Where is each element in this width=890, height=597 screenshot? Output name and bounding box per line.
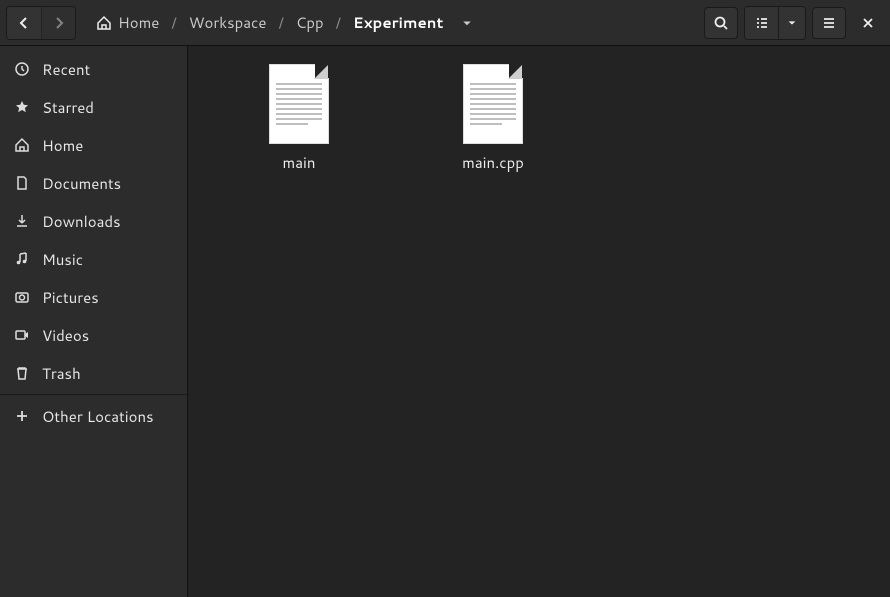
sidebar-item-label: Trash xyxy=(42,363,81,384)
download-icon xyxy=(14,213,30,229)
clock-icon xyxy=(14,61,30,77)
breadcrumb-cpp[interactable]: Cpp xyxy=(294,8,326,37)
search-icon xyxy=(713,15,729,31)
sidebar-item-other-locations[interactable]: Other Locations xyxy=(0,397,187,435)
back-button[interactable] xyxy=(7,7,41,39)
music-icon xyxy=(14,251,30,267)
hamburger-menu-button[interactable] xyxy=(812,7,846,39)
nav-buttons xyxy=(6,6,76,40)
search-button[interactable] xyxy=(704,7,738,39)
sidebar-item-label: Downloads xyxy=(42,211,121,232)
text-file-icon xyxy=(463,64,523,144)
file-item[interactable]: main xyxy=(202,64,396,191)
home-icon xyxy=(14,137,30,153)
camera-icon xyxy=(14,289,30,305)
sidebar-item-documents[interactable]: Documents xyxy=(0,164,187,202)
caret-down-icon xyxy=(787,18,797,28)
sidebar-item-label: Home xyxy=(42,135,83,156)
video-icon xyxy=(14,327,30,343)
sidebar-item-videos[interactable]: Videos xyxy=(0,316,187,354)
forward-button[interactable] xyxy=(41,7,75,39)
caret-down-icon[interactable] xyxy=(461,17,473,29)
file-name: main.cpp xyxy=(462,152,524,173)
breadcrumb: Home / Workspace / Cpp / Experiment xyxy=(82,8,698,37)
trash-icon xyxy=(14,365,30,381)
chevron-right-icon xyxy=(51,15,67,31)
sidebar-item-pictures[interactable]: Pictures xyxy=(0,278,187,316)
document-icon xyxy=(14,175,30,191)
close-button[interactable] xyxy=(852,7,884,39)
breadcrumb-label: Home xyxy=(118,12,159,33)
sidebar-item-downloads[interactable]: Downloads xyxy=(0,202,187,240)
breadcrumb-separator: / xyxy=(330,12,347,33)
sidebar-separator xyxy=(0,394,187,395)
breadcrumb-home[interactable]: Home xyxy=(94,8,161,37)
file-item[interactable]: main.cpp xyxy=(396,64,590,191)
breadcrumb-workspace[interactable]: Workspace xyxy=(187,8,269,37)
home-icon xyxy=(96,15,112,31)
sidebar-item-label: Other Locations xyxy=(42,406,154,427)
toolbar-right xyxy=(704,6,884,40)
text-file-icon xyxy=(269,64,329,144)
sidebar-item-recent[interactable]: Recent xyxy=(0,50,187,88)
sidebar-item-home[interactable]: Home xyxy=(0,126,187,164)
sidebar-item-label: Documents xyxy=(42,173,121,194)
close-icon xyxy=(860,15,876,31)
sidebar-item-starred[interactable]: Starred xyxy=(0,88,187,126)
hamburger-icon xyxy=(821,15,837,31)
sidebar-item-label: Videos xyxy=(42,325,89,346)
view-options-button[interactable] xyxy=(779,7,805,39)
list-icon xyxy=(754,15,770,31)
chevron-left-icon xyxy=(16,15,32,31)
view-switcher xyxy=(744,6,806,40)
breadcrumb-separator: / xyxy=(165,12,182,33)
sidebar-item-label: Starred xyxy=(42,97,94,118)
file-name: main xyxy=(283,152,316,173)
sidebar-item-label: Music xyxy=(42,249,83,270)
sidebar-item-music[interactable]: Music xyxy=(0,240,187,278)
breadcrumb-current[interactable]: Experiment xyxy=(351,8,445,37)
plus-icon xyxy=(14,408,30,424)
list-view-button[interactable] xyxy=(745,7,779,39)
sidebar-item-label: Recent xyxy=(42,59,90,80)
sidebar-item-label: Pictures xyxy=(42,287,99,308)
sidebar: Recent Starred Home Documents Downloads … xyxy=(0,46,188,597)
toolbar: Home / Workspace / Cpp / Experiment xyxy=(0,0,890,46)
file-grid[interactable]: main main.cpp xyxy=(188,46,890,597)
breadcrumb-separator: / xyxy=(272,12,289,33)
star-icon xyxy=(14,99,30,115)
sidebar-item-trash[interactable]: Trash xyxy=(0,354,187,392)
